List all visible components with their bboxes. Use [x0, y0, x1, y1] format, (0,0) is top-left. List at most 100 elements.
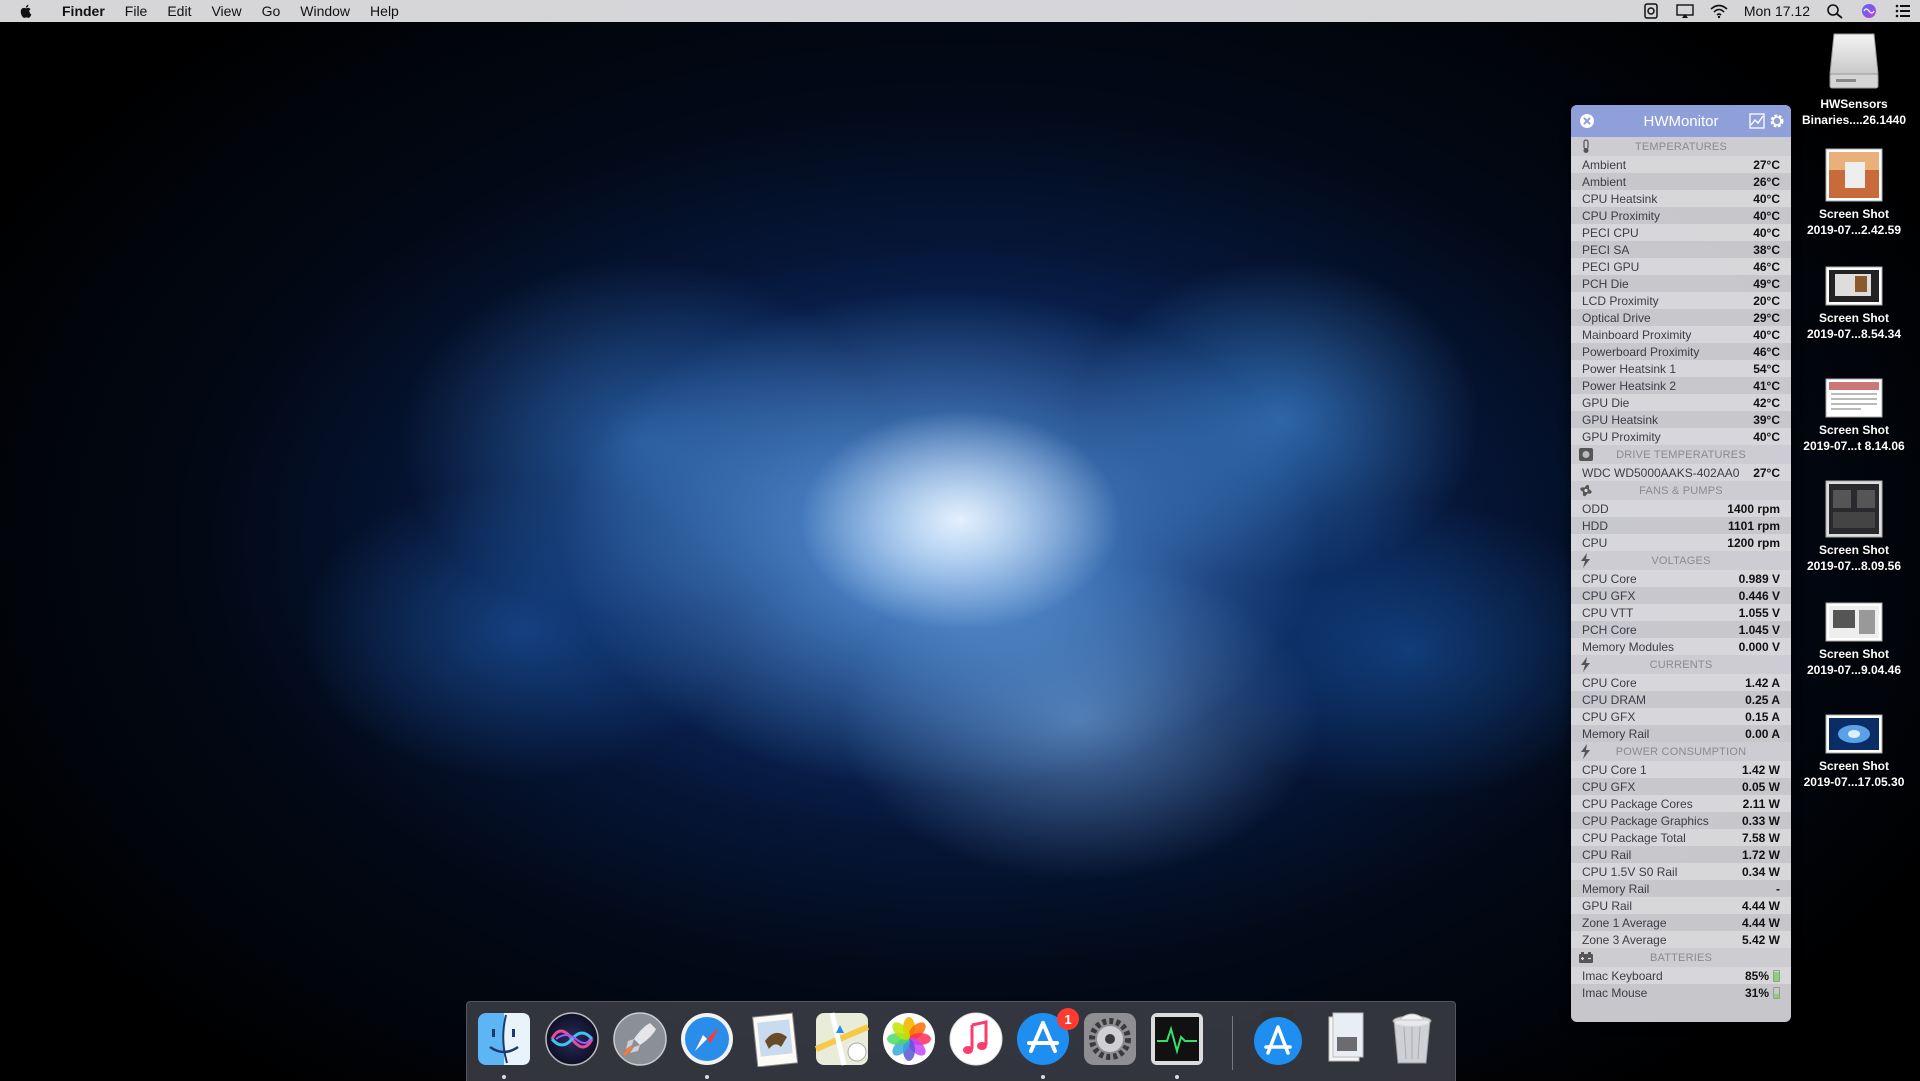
sensor-row[interactable]: CPU Core 1 1.42 W — [1571, 761, 1791, 778]
desktop-item-sublabel: 2019-07...2.42.59 — [1806, 223, 1902, 237]
launchpad-icon[interactable] — [612, 1011, 668, 1067]
sensor-row[interactable]: Optical Drive 29°C — [1571, 309, 1791, 326]
activity-monitor-icon[interactable] — [1149, 1011, 1205, 1067]
sensor-row[interactable]: Zone 1 Average 4.44 W — [1571, 914, 1791, 931]
display-mirroring-icon[interactable] — [1676, 3, 1694, 19]
menu-app-name[interactable]: Finder — [52, 3, 115, 19]
sensor-row[interactable]: CPU 1200 rpm — [1571, 534, 1791, 551]
sensor-row[interactable]: CPU Core 0.989 V — [1571, 570, 1791, 587]
sensor-label: CPU Heatsink — [1582, 191, 1658, 206]
sensor-label: HDD — [1582, 518, 1608, 533]
sensor-row[interactable]: Power Heatsink 1 54°C — [1571, 360, 1791, 377]
desktop-item-screenshot[interactable]: Screen Shot 2019-07...8.09.56 — [1790, 480, 1918, 574]
sensor-label: CPU Core — [1582, 675, 1637, 690]
sensor-label: PECI CPU — [1582, 225, 1639, 240]
section-title: CURRENTS — [1649, 658, 1713, 671]
sensor-row[interactable]: CPU Proximity 40°C — [1571, 207, 1791, 224]
sensor-value: - — [1776, 881, 1780, 896]
trash-icon[interactable] — [1384, 1011, 1440, 1067]
siri-icon[interactable] — [1860, 3, 1878, 19]
sensor-label: LCD Proximity — [1582, 293, 1659, 308]
graph-icon[interactable] — [1749, 113, 1765, 129]
desktop-item-screenshot[interactable]: Screen Shot 2019-07...8.54.34 — [1790, 266, 1918, 342]
battery-level-icon — [1773, 969, 1780, 982]
close-icon[interactable] — [1579, 113, 1595, 129]
notification-badge: 1 — [1057, 1008, 1079, 1030]
menu-file[interactable]: File — [115, 3, 158, 19]
itunes-icon[interactable] — [948, 1011, 1004, 1067]
finder-icon[interactable] — [476, 1011, 532, 1067]
sensor-label: Zone 3 Average — [1582, 932, 1667, 947]
wifi-icon[interactable] — [1710, 3, 1728, 19]
sensor-row[interactable]: CPU Rail 1.72 W — [1571, 846, 1791, 863]
sensor-row[interactable]: CPU DRAM 0.25 A — [1571, 691, 1791, 708]
mail-icon[interactable] — [747, 1011, 803, 1067]
photos-icon[interactable] — [881, 1011, 937, 1067]
sensor-row[interactable]: PECI CPU 40°C — [1571, 224, 1791, 241]
sensor-row[interactable]: ODD 1400 rpm — [1571, 500, 1791, 517]
safari-icon[interactable] — [679, 1011, 735, 1067]
hwmonitor-section-fans: FANS & PUMPS ODD 1400 rpm HDD 1101 rpm CPU 12… — [1571, 481, 1791, 551]
system-preferences-icon[interactable] — [1082, 1011, 1138, 1067]
sensor-label: PECI GPU — [1582, 259, 1640, 274]
sensor-row[interactable]: Ambient 26°C — [1571, 173, 1791, 190]
sensor-row[interactable]: Powerboard Proximity 46°C — [1571, 343, 1791, 360]
sensor-row[interactable]: Mainboard Proximity 40°C — [1571, 326, 1791, 343]
siri-icon[interactable] — [544, 1011, 600, 1067]
sensor-row[interactable]: Memory Rail - — [1571, 880, 1791, 897]
sensor-row[interactable]: CPU Core 1.42 A — [1571, 674, 1791, 691]
menu-edit[interactable]: Edit — [157, 3, 201, 19]
documents-stack-icon[interactable] — [1317, 1011, 1373, 1067]
sensor-row[interactable]: PCH Die 49°C — [1571, 275, 1791, 292]
sensor-row[interactable]: Zone 3 Average 5.42 W — [1571, 931, 1791, 948]
desktop-item-screenshot[interactable]: Screen Shot 2019-07...9.04.46 — [1790, 602, 1918, 678]
sensor-row[interactable]: LCD Proximity 20°C — [1571, 292, 1791, 309]
maps-icon[interactable] — [814, 1011, 870, 1067]
section-header: POWER CONSUMPTION — [1571, 742, 1791, 761]
desktop-item-screenshot[interactable]: Screen Shot 2019-07...t 8.14.06 — [1790, 378, 1918, 454]
sensor-row[interactable]: GPU Heatsink 39°C — [1571, 411, 1791, 428]
sensor-row[interactable]: GPU Die 42°C — [1571, 394, 1791, 411]
sensor-row[interactable]: GPU Proximity 40°C — [1571, 428, 1791, 445]
sensor-row[interactable]: CPU VTT 1.055 V — [1571, 604, 1791, 621]
sensor-row[interactable]: HDD 1101 rpm — [1571, 517, 1791, 534]
sensor-row[interactable]: Ambient 27°C — [1571, 156, 1791, 173]
sensor-row[interactable]: Imac Keyboard 85% — [1571, 967, 1791, 984]
sensor-row[interactable]: CPU Package Total 7.58 W — [1571, 829, 1791, 846]
gear-icon[interactable] — [1768, 112, 1786, 130]
sensor-row[interactable]: CPU Package Graphics 0.33 W — [1571, 812, 1791, 829]
sensor-row[interactable]: CPU GFX 0.446 V — [1571, 587, 1791, 604]
menu-view[interactable]: View — [201, 3, 251, 19]
sensor-row[interactable]: CPU 1.5V S0 Rail 0.34 W — [1571, 863, 1791, 880]
thermometer-icon — [1583, 139, 1589, 153]
sensor-row[interactable]: Power Heatsink 2 41°C — [1571, 377, 1791, 394]
sensor-row[interactable]: CPU Heatsink 40°C — [1571, 190, 1791, 207]
apple-menu-icon[interactable] — [18, 3, 34, 19]
desktop-item-screenshot[interactable]: Screen Shot 2019-07...17.05.30 — [1790, 714, 1918, 790]
hwmonitor-tray-icon[interactable] — [1642, 3, 1660, 19]
downloads-stack-icon[interactable] — [1250, 1011, 1306, 1067]
spotlight-search-icon[interactable] — [1826, 3, 1844, 19]
desktop-item-hwsensors[interactable]: HWSensors Binaries....26.1440 — [1790, 30, 1918, 128]
sensor-value: 0.00 A — [1745, 726, 1780, 741]
sensor-row[interactable]: CPU GFX 0.15 A — [1571, 708, 1791, 725]
menu-help[interactable]: Help — [360, 3, 409, 19]
sensor-row[interactable]: GPU Rail 4.44 W — [1571, 897, 1791, 914]
sensor-row[interactable]: Imac Mouse 31% — [1571, 984, 1791, 1001]
sensor-row[interactable]: Memory Rail 0.00 A — [1571, 725, 1791, 742]
sensor-row[interactable]: PCH Core 1.045 V — [1571, 621, 1791, 638]
sensor-row[interactable]: Memory Modules 0.000 V — [1571, 638, 1791, 655]
notification-center-icon[interactable] — [1894, 3, 1912, 19]
sensor-rows: Imac Keyboard 85% Imac Mouse 31% — [1571, 967, 1791, 1001]
sensor-row[interactable]: CPU GFX 0.05 W — [1571, 778, 1791, 795]
desktop-item-screenshot[interactable]: Screen Shot 2019-07...2.42.59 — [1790, 148, 1918, 238]
menu-go[interactable]: Go — [252, 3, 291, 19]
sensor-value: 0.33 W — [1741, 813, 1780, 828]
sensor-row[interactable]: WDC WD5000AAKS-402AA0 27°C — [1571, 464, 1791, 481]
sensor-row[interactable]: PECI GPU 46°C — [1571, 258, 1791, 275]
sensor-row[interactable]: CPU Package Cores 2.11 W — [1571, 795, 1791, 812]
menu-window[interactable]: Window — [290, 3, 360, 19]
menu-clock[interactable]: Mon 17.12 — [1744, 3, 1810, 19]
sensor-label: Zone 1 Average — [1582, 915, 1667, 930]
sensor-row[interactable]: PECI SA 38°C — [1571, 241, 1791, 258]
